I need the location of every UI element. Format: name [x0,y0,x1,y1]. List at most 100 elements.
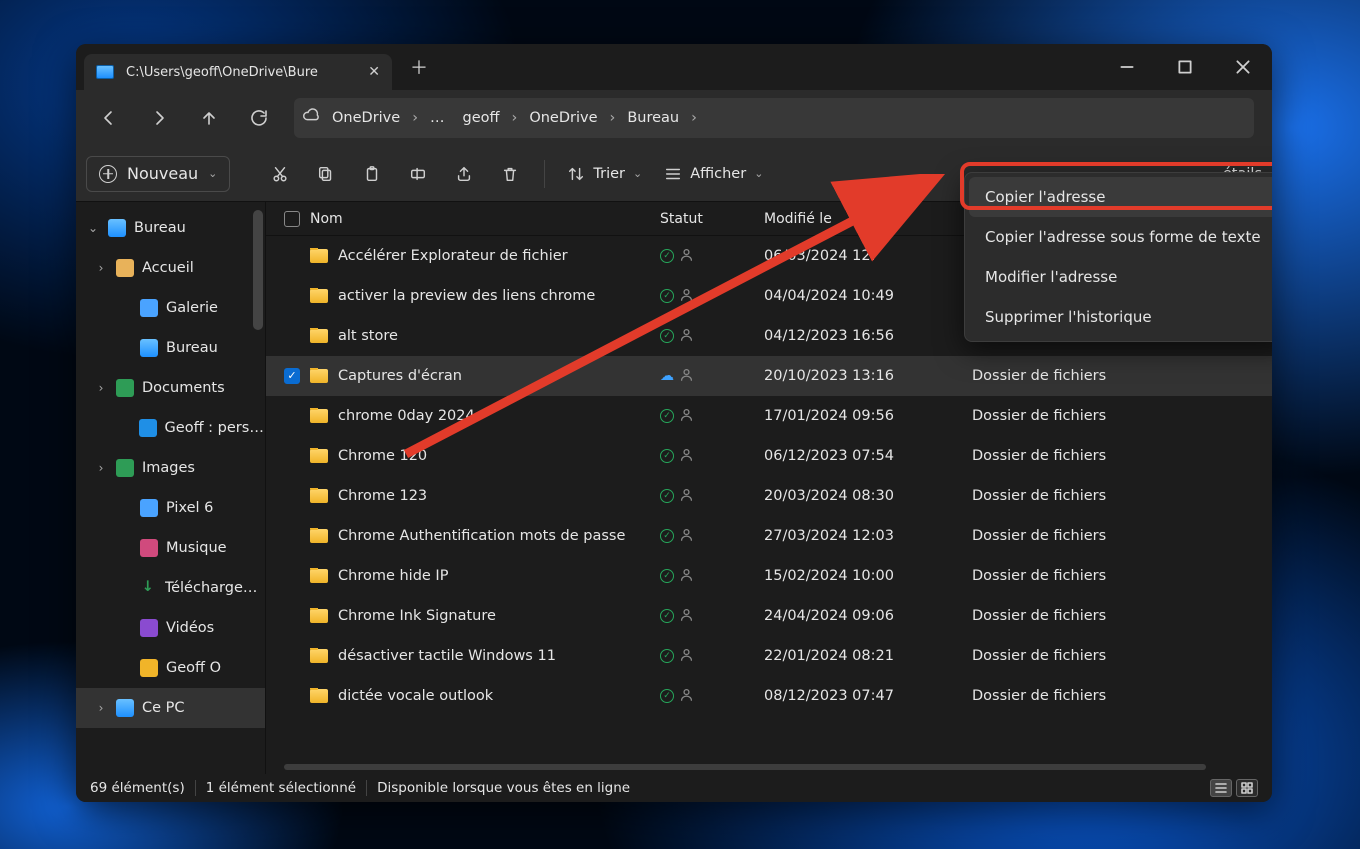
pc-icon [116,699,134,717]
sidebar-item-bureau[interactable]: Bureau [76,328,265,368]
close-tab-button[interactable]: ✕ [368,64,380,80]
copy-button[interactable] [306,156,346,192]
rename-button[interactable] [398,156,438,192]
context-item-delete-history[interactable]: Supprimer l'historique [969,297,1272,337]
separator [544,160,545,188]
row-name: Chrome 123 [338,488,427,504]
window-controls [1098,44,1272,90]
file-row[interactable]: Chrome 12320/03/2024 08:30Dossier de fic… [266,476,1272,516]
chevron-down-icon: ⌄ [86,221,100,235]
sidebar-item-bureau[interactable]: ⌄Bureau [76,208,265,248]
sidebar-item-pixel-6[interactable]: Pixel 6 [76,488,265,528]
row-name: désactiver tactile Windows 11 [338,648,556,664]
window-tab[interactable]: C:\Users\geoff\OneDrive\Bure ✕ [84,54,392,90]
sidebar-item-accueil[interactable]: ›Accueil [76,248,265,288]
chevron-right-icon: › [94,381,108,395]
file-row[interactable]: désactiver tactile Windows 1122/01/2024 … [266,636,1272,676]
horizontal-scrollbar[interactable] [284,760,1254,774]
gallery-icon [140,299,158,317]
shared-icon [680,488,693,505]
file-row[interactable]: Captures d'écran☁20/10/2023 13:16Dossier… [266,356,1272,396]
details-view-button[interactable] [1210,779,1232,797]
up-button[interactable] [186,98,232,138]
file-row[interactable]: Chrome 12006/12/2023 07:54Dossier de fic… [266,436,1272,476]
folder-icon [310,489,328,503]
shared-icon [680,368,693,385]
sidebar-item-geoff-personn[interactable]: Geoff : personn [76,408,265,448]
column-modified[interactable]: Modifié le [764,211,972,227]
row-name: alt store [338,328,398,344]
sidebar-item-galerie[interactable]: Galerie [76,288,265,328]
breadcrumb-root[interactable]: OneDrive [326,110,406,126]
maximize-button[interactable] [1156,44,1214,90]
address-context-menu: Copier l'adresse Copier l'adresse sous f… [964,172,1272,342]
back-button[interactable] [86,98,132,138]
cloud-status-icon: ☁ [660,368,674,384]
synced-status-icon [660,649,674,663]
chevron-right-icon: › [94,701,108,715]
new-button[interactable]: Nouveau ⌄ [86,156,230,192]
file-row[interactable]: Chrome hide IP15/02/2024 10:00Dossier de… [266,556,1272,596]
navigation-row: OneDrive › … geoff › OneDrive › Bureau › [76,90,1272,146]
sidebar-item-documents[interactable]: ›Documents [76,368,265,408]
sidebar-item-geoff-o[interactable]: Geoff O [76,648,265,688]
sort-label: Trier [593,166,625,182]
cut-button[interactable] [260,156,300,192]
desktop-icon [140,339,158,357]
sidebar-item-ce-pc[interactable]: ›Ce PC [76,688,265,728]
context-item-copy-address[interactable]: Copier l'adresse [969,177,1272,217]
file-row[interactable]: Chrome Authentification mots de passe27/… [266,516,1272,556]
cloud-icon [302,107,320,129]
context-item-copy-address-text[interactable]: Copier l'adresse sous forme de texte [969,217,1272,257]
new-tab-button[interactable]: ＋ [410,54,428,80]
row-type: Dossier de fichiers [972,608,1152,624]
shared-icon [680,408,693,425]
icons-view-button[interactable] [1236,779,1258,797]
row-name: Chrome 120 [338,448,427,464]
minimize-button[interactable] [1098,44,1156,90]
column-status[interactable]: Statut [660,211,764,227]
row-modified: 15/02/2024 10:00 [764,568,972,584]
shared-icon [680,648,693,665]
row-type: Dossier de fichiers [972,488,1152,504]
sidebar-item-images[interactable]: ›Images [76,448,265,488]
sidebar-item-label: Musique [166,540,227,556]
sidebar-item-vid-os[interactable]: Vidéos [76,608,265,648]
share-button[interactable] [444,156,484,192]
images-icon [116,459,134,477]
address-bar[interactable]: OneDrive › … geoff › OneDrive › Bureau › [294,98,1254,138]
status-selection: 1 élément sélectionné [206,780,356,796]
sidebar-scrollbar[interactable] [253,210,263,330]
column-name[interactable]: Nom [310,211,660,227]
refresh-button[interactable] [236,98,282,138]
forward-button[interactable] [136,98,182,138]
breadcrumb-part[interactable]: Bureau [621,110,685,126]
sort-button[interactable]: Trier ⌄ [559,156,650,192]
row-modified: 06/03/2024 12: [764,248,972,264]
chevron-down-icon: ⌄ [208,167,217,180]
file-row[interactable]: dictée vocale outlook08/12/2023 07:47Dos… [266,676,1272,716]
shared-icon [680,608,693,625]
chevron-right-icon[interactable]: › [691,110,697,126]
new-button-label: Nouveau [127,164,198,183]
row-modified: 06/12/2023 07:54 [764,448,972,464]
close-window-button[interactable] [1214,44,1272,90]
file-row[interactable]: Chrome Ink Signature24/04/2024 09:06Doss… [266,596,1272,636]
sidebar-item-musique[interactable]: Musique [76,528,265,568]
file-row[interactable]: chrome 0day 202417/01/2024 09:56Dossier … [266,396,1272,436]
breadcrumb-part[interactable]: geoff [457,110,506,126]
breadcrumb-part[interactable]: OneDrive [523,110,603,126]
shared-icon [680,688,693,705]
delete-button[interactable] [490,156,530,192]
breadcrumb-ellipsis[interactable]: … [424,110,451,126]
paste-button[interactable] [352,156,392,192]
view-label: Afficher [690,166,746,182]
folder-icon [310,569,328,583]
view-button[interactable]: Afficher ⌄ [656,156,771,192]
sidebar-item-t-l-chargemen[interactable]: ↓Téléchargemen [76,568,265,608]
select-all-checkbox[interactable] [284,211,300,227]
folder-icon [310,689,328,703]
row-checkbox[interactable] [284,368,300,384]
videos-icon [140,619,158,637]
context-item-edit-address[interactable]: Modifier l'adresse [969,257,1272,297]
